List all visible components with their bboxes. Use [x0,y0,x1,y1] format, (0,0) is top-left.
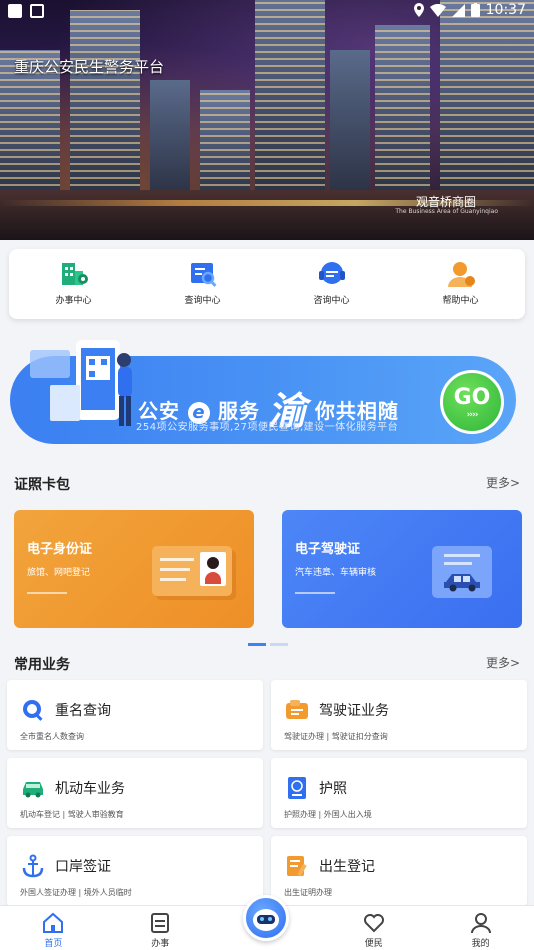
service-port-visa[interactable]: 口岸签证 外国人签证办理 | 境外人员临时 [7,836,263,906]
avatar [200,552,226,586]
service-desc: 出生证明办理 [284,888,332,897]
go-button[interactable]: GO ›››› [440,370,504,434]
hero-title: 重庆公安民生警务平台 [14,58,165,76]
quick-item-label: 办事中心 [55,296,92,306]
service-name: 机动车业务 [55,781,125,797]
hero-banner[interactable]: 10:37 重庆公安民生警务平台 观音桥商圈 The Business Area… [0,0,534,240]
building-pin-icon [61,263,88,285]
tab-home[interactable]: 首页 [0,906,107,950]
quick-item-help-center[interactable]: 帮助中心 [396,249,525,319]
anchor-icon [22,854,44,878]
tab-convenience[interactable]: 便民 [320,906,427,950]
license-illustration [432,546,492,598]
quick-item-label: 帮助中心 [442,296,479,306]
tab-label: 办事 [151,939,170,949]
phone-illustration-icon [30,340,132,426]
promo-banner[interactable]: 公安 e 服务 渝 你共相随 254项公安服务事项,27项便民查询,建设一体化服… [10,330,518,448]
service-birth-registration[interactable]: 出生登记 出生证明办理 [271,836,527,906]
quick-item-consult-center[interactable]: 咨询中心 [267,249,396,319]
user-help-icon [447,262,475,287]
go-arrows: ›››› [466,409,479,420]
service-desc: 外国人签证办理 | 境外人员临时 [20,888,132,897]
heart-icon [363,914,384,933]
home-icon [43,912,64,933]
hero-caption-sub: The Business Area of Guanyinqiao [395,208,498,215]
quick-item-label: 查询中心 [184,296,221,306]
search-doc-icon [190,263,217,287]
car-icon [23,782,43,798]
notification-icon [8,4,22,18]
card-title: 电子驾驶证 [295,542,361,557]
service-desc: 驾驶证办理 | 驾驶证扣分查询 [284,732,388,741]
location-icon [413,3,424,17]
quick-item-label: 咨询中心 [313,296,350,306]
service-desc: 全市重名人数查询 [20,732,84,741]
tab-label: 便民 [364,939,383,949]
car-icon [444,574,480,592]
tab-services[interactable]: 办事 [107,906,214,950]
status-bar: 10:37 [0,0,534,24]
wifi-icon [429,3,446,17]
services-more-link[interactable]: 更多> [486,654,520,671]
service-name: 口岸签证 [55,859,111,875]
quick-menu: 办事中心 查询中心 咨询中心 帮助中心 [9,249,525,319]
service-passport[interactable]: 护照 护照办理 | 外国人出入境 [271,758,527,828]
wallet-more-link[interactable]: 更多> [486,474,520,491]
passport-icon [288,777,306,799]
tab-mine[interactable]: 我的 [427,906,534,950]
service-name: 出生登记 [319,859,375,875]
app-notification-icon [30,4,44,18]
status-time: 10:37 [485,2,526,18]
id-card[interactable]: 电子身份证 旅馆、网吧登记 [14,510,254,628]
doc-icon [151,913,170,933]
tab-label: 我的 [471,939,490,949]
service-desc: 护照办理 | 外国人出入境 [284,810,372,819]
service-vehicle[interactable]: 机动车业务 机动车登记 | 驾驶人审验教育 [7,758,263,828]
service-name: 护照 [319,781,347,797]
banner-subtitle: 254项公安服务事项,27项便民查询,建设一体化服务平台 [136,422,399,433]
wallet-section-title: 证照卡包 [14,477,70,493]
robot-icon [253,909,279,931]
card-desc: 旅馆、网吧登记 [27,568,91,578]
card-desc: 汽车违章、车辆审核 [295,568,377,578]
id-card-illustration [152,546,232,596]
service-name: 驾驶证业务 [319,703,389,719]
headset-icon [318,262,345,284]
carousel-indicator [248,643,288,646]
signal-icon [451,3,465,17]
service-desc: 机动车登记 | 驾驶人审验教育 [20,810,124,819]
battery-icon [470,3,480,17]
license-icon [286,700,308,719]
app-screen: 10:37 重庆公安民生警务平台 观音桥商圈 The Business Area… [0,0,534,950]
person-icon [470,913,491,934]
birth-cert-icon [287,856,307,877]
name-search-icon [23,700,43,721]
driver-license-card[interactable]: 电子驾驶证 汽车违章、车辆审核 [282,510,522,628]
service-name: 重名查询 [55,703,111,719]
card-title: 电子身份证 [27,542,93,557]
service-driver-license[interactable]: 驾驶证业务 驾驶证办理 | 驾驶证扣分查询 [271,680,527,750]
service-name-query[interactable]: 重名查询 全市重名人数查询 [7,680,263,750]
tab-label: 首页 [44,939,63,949]
quick-item-service-center[interactable]: 办事中心 [9,249,138,319]
go-label: GO [453,384,491,410]
assistant-robot-button[interactable] [243,895,289,941]
services-section-title: 常用业务 [14,657,70,673]
quick-item-query-center[interactable]: 查询中心 [138,249,267,319]
